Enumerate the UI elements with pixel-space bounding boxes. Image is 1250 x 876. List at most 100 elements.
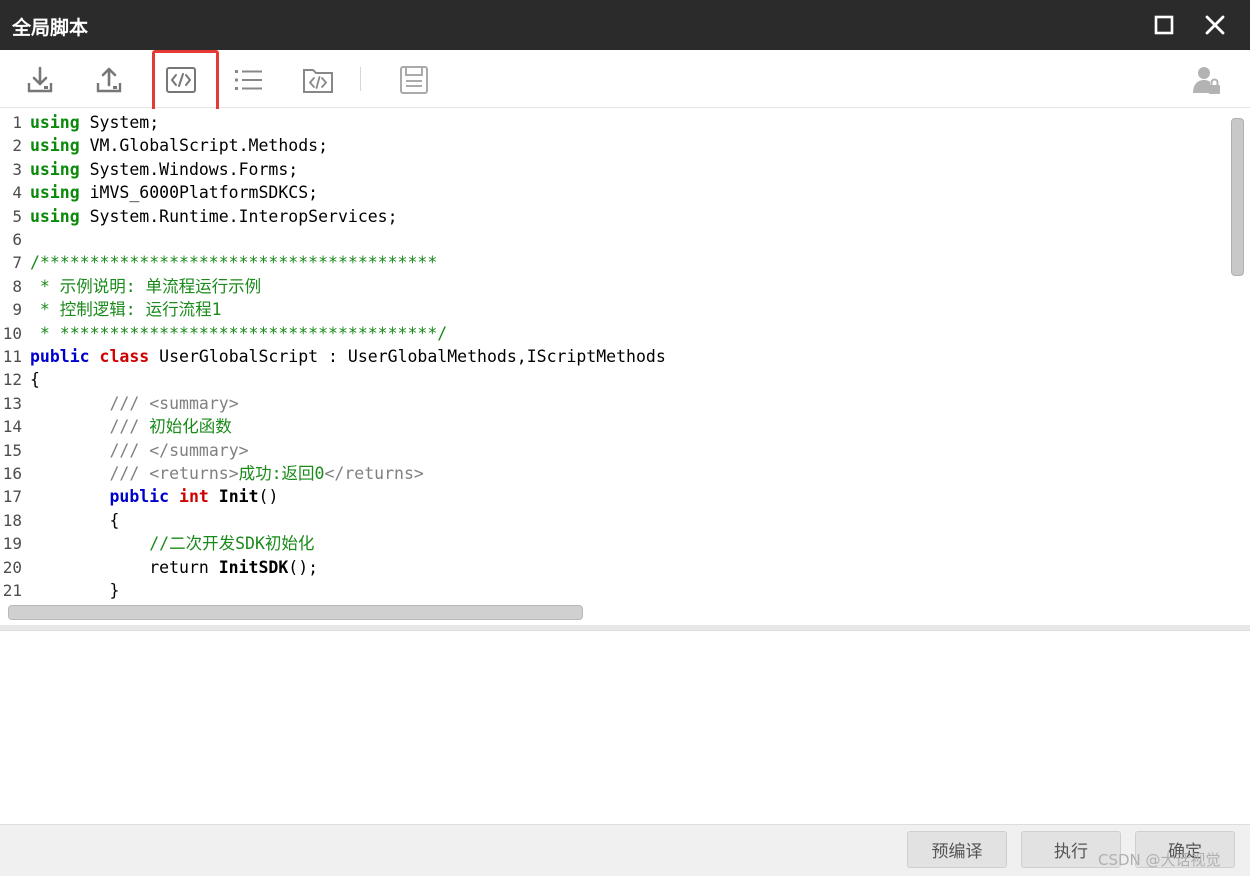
code-token: VM.GlobalScript.Methods; xyxy=(79,136,329,156)
code-token: /// xyxy=(30,417,150,437)
code-token: } xyxy=(30,581,120,600)
line-number: 7 xyxy=(12,253,22,273)
close-button[interactable] xyxy=(1200,10,1230,40)
code-token: using xyxy=(30,159,80,179)
code-token: public xyxy=(30,347,90,366)
code-line[interactable]: /// </summary> xyxy=(30,439,249,462)
code-line[interactable]: { xyxy=(30,509,119,532)
code-token: * 示例说明: 单流程运行示例 xyxy=(30,276,262,296)
code-line[interactable]: public int Init() xyxy=(30,485,278,508)
code-line[interactable]: /// 初始化函数 xyxy=(30,415,231,438)
line-number: 17 xyxy=(2,487,22,507)
code-token: public xyxy=(109,487,170,507)
code-token: * 控制逻辑: 运行流程1 xyxy=(30,300,222,320)
code-folder-button[interactable] xyxy=(298,60,338,100)
code-token: () xyxy=(258,487,279,507)
code-token: UserGlobalScript : UserGlobalMethods,ISc… xyxy=(149,347,666,366)
code-token: * **************************************… xyxy=(30,323,448,343)
line-number: 3 xyxy=(12,159,22,179)
code-line[interactable]: /// <returns>成功:返回0</returns> xyxy=(30,462,424,485)
list-button[interactable] xyxy=(228,60,268,100)
code-token: using xyxy=(30,206,80,226)
code-token: <returns> xyxy=(149,464,239,483)
code-line[interactable]: using System; xyxy=(30,111,159,134)
code-line[interactable]: using System.Windows.Forms; xyxy=(30,158,298,181)
code-token: (); xyxy=(288,557,319,577)
run-button[interactable]: 执行 xyxy=(1021,831,1121,868)
code-line[interactable]: { xyxy=(30,368,40,391)
line-number: 8 xyxy=(12,276,22,296)
title-bar: 全局脚本 xyxy=(0,0,1250,50)
code-token: //二次开发SDK初始化 xyxy=(30,534,315,554)
code-line[interactable]: * **************************************… xyxy=(30,322,447,345)
code-token: </returns> xyxy=(324,464,424,483)
maximize-button[interactable] xyxy=(1149,10,1179,40)
code-line[interactable]: //二次开发SDK初始化 xyxy=(30,532,314,555)
code-line[interactable]: using iMVS_6000PlatformSDKCS; xyxy=(30,181,318,204)
code-token: int xyxy=(179,487,209,507)
line-number: 9 xyxy=(12,300,22,320)
code-token: System.Runtime.InteropServices; xyxy=(79,206,398,226)
line-number: 18 xyxy=(2,510,22,530)
line-number: 4 xyxy=(12,183,22,203)
output-panel xyxy=(0,630,1250,824)
save-button[interactable] xyxy=(394,60,434,100)
code-token: /***************************************… xyxy=(30,253,438,273)
vertical-scroll-thumb[interactable] xyxy=(1231,118,1244,276)
code-line[interactable]: } xyxy=(30,579,119,602)
code-area[interactable]: using System; using VM.GlobalScript.Metho… xyxy=(30,109,1220,602)
code-token: Init xyxy=(218,487,259,507)
confirm-button[interactable]: 确定 xyxy=(1135,831,1235,868)
code-token: { xyxy=(30,510,120,530)
code-token: iMVS_6000PlatformSDKCS; xyxy=(79,183,319,203)
line-number: 14 xyxy=(2,417,22,437)
toolbar-separator xyxy=(360,67,361,91)
code-line[interactable]: /***************************************… xyxy=(30,251,437,274)
code-token: <summary> xyxy=(149,393,239,413)
code-editor[interactable]: 1 2 3 4 5 6 7 8 9 10 11 12 13 14 15 16 17 18 19 20 21 using … xyxy=(0,109,1250,625)
export-button[interactable] xyxy=(89,60,129,100)
line-number: 6 xyxy=(12,230,22,249)
import-button[interactable] xyxy=(20,60,60,100)
window-title: 全局脚本 xyxy=(12,17,89,39)
code-line[interactable]: * 控制逻辑: 运行流程1 xyxy=(30,298,222,321)
user-lock-icon xyxy=(1193,67,1220,94)
code-line[interactable]: public class UserGlobalScript : UserGlob… xyxy=(30,345,666,368)
vertical-scrollbar[interactable] xyxy=(1228,117,1245,607)
code-token: using xyxy=(30,136,80,156)
line-number: 2 xyxy=(12,136,22,156)
code-line[interactable]: using VM.GlobalScript.Methods; xyxy=(30,134,328,157)
line-number: 20 xyxy=(2,557,22,577)
code-button[interactable] xyxy=(161,60,201,100)
toolbar xyxy=(0,50,1250,115)
footer-bar: 预编译 执行 确定 CSDN @大话视觉 xyxy=(0,824,1250,876)
horizontal-scroll-thumb[interactable] xyxy=(8,605,583,620)
line-number: 13 xyxy=(2,393,22,413)
code-icon xyxy=(166,67,196,93)
import-icon xyxy=(27,66,53,93)
code-token: class xyxy=(99,347,150,366)
user-lock-button[interactable] xyxy=(1186,60,1226,100)
code-line[interactable]: * 示例说明: 单流程运行示例 xyxy=(30,275,261,298)
line-number: 21 xyxy=(2,581,22,600)
code-token: /// xyxy=(30,464,150,483)
horizontal-scrollbar[interactable] xyxy=(8,605,583,621)
line-number-gutter: 1 2 3 4 5 6 7 8 9 10 11 12 13 14 15 16 17 18 19 20 21 xyxy=(0,109,27,600)
code-token: { xyxy=(30,370,40,390)
export-icon xyxy=(96,67,122,93)
list-icon xyxy=(235,70,262,90)
code-token: </summary> xyxy=(149,440,249,460)
save-icon xyxy=(400,66,428,94)
code-token: InitSDK xyxy=(218,557,289,577)
code-token: System.Windows.Forms; xyxy=(79,159,299,179)
code-token: /// xyxy=(30,440,150,460)
code-line[interactable]: /// <summary> xyxy=(30,392,239,415)
precompile-button[interactable]: 预编译 xyxy=(907,831,1007,868)
code-line[interactable]: return InitSDK(); xyxy=(30,556,318,579)
code-line[interactable]: using System.Runtime.InteropServices; xyxy=(30,205,398,228)
line-number: 1 xyxy=(12,113,22,132)
line-number: 11 xyxy=(2,347,22,366)
